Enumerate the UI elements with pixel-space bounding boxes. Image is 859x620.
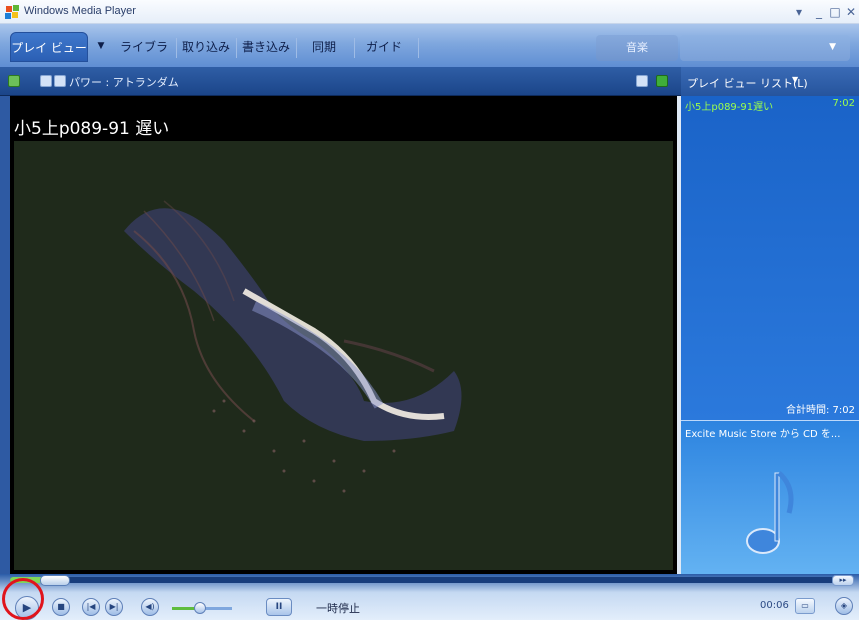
stop-button[interactable]: ■ bbox=[52, 598, 70, 616]
full-mode-button[interactable]: ◈ bbox=[835, 597, 853, 615]
playlist-options-icon[interactable] bbox=[8, 75, 20, 87]
enhancements-icon[interactable] bbox=[656, 75, 668, 87]
volume-thumb[interactable] bbox=[194, 602, 206, 614]
next-button[interactable]: ▶| bbox=[105, 598, 123, 616]
playlist-dropdown-icon[interactable]: ▼ bbox=[792, 75, 798, 84]
tab-separator bbox=[176, 38, 177, 58]
media-player-window: Windows Media Player ▾ _ □ ✕ プレイ ビュー ▼ ラ… bbox=[0, 0, 859, 620]
tab-separator bbox=[236, 38, 237, 58]
tab-separator bbox=[296, 38, 297, 58]
tab-separator bbox=[418, 38, 419, 58]
visualization-canvas bbox=[14, 141, 673, 570]
tab-guide[interactable]: ガイド bbox=[362, 32, 406, 62]
playback-status: 一時停止 bbox=[316, 602, 360, 615]
visualization-name: パワー : アトランダム bbox=[69, 76, 179, 89]
video-display[interactable]: 小5上p089-91 遅い bbox=[10, 96, 677, 574]
play-button[interactable]: ▶ bbox=[15, 596, 39, 620]
windows-media-player-logo-icon bbox=[5, 5, 19, 19]
previous-button[interactable]: |◀ bbox=[82, 598, 100, 616]
chevron-down-icon: ▼ bbox=[829, 42, 836, 52]
playlist-title: プレイ ビュー リスト(L) bbox=[687, 77, 808, 90]
pause-indicator-icon: II bbox=[266, 598, 292, 616]
window-title: Windows Media Player bbox=[24, 5, 136, 17]
tab-bar: プレイ ビュー ▼ ライブラリ 取り込み 書き込み 同期 ガイド 音楽 ▼ bbox=[0, 24, 859, 84]
music-note-icon bbox=[746, 471, 794, 554]
video-title-overlay: 小5上p089-91 遅い bbox=[14, 119, 170, 139]
switch-to-skin-mode-button[interactable]: ▭ bbox=[795, 598, 815, 614]
video-frame-border bbox=[0, 96, 10, 574]
seek-bar[interactable] bbox=[10, 577, 843, 583]
transport-bar bbox=[0, 574, 859, 620]
store-link[interactable]: Excite Music Store から CD を... bbox=[685, 425, 855, 440]
playlist-list: 小5上p089-91遅い 7:02 合計時間: 7:02 bbox=[681, 96, 859, 420]
menu-dropdown-icon[interactable]: ▾ bbox=[790, 3, 808, 21]
playlist-total-time: 合計時間: 7:02 bbox=[785, 405, 855, 416]
close-button[interactable]: ✕ bbox=[842, 3, 859, 21]
elapsed-time: 00:06 bbox=[760, 600, 789, 611]
playlist-item-duration: 7:02 bbox=[832, 98, 855, 109]
playlist-item-title: 小5上p089-91遅い bbox=[685, 102, 774, 113]
now-playing-dropdown-icon[interactable]: ▼ bbox=[95, 41, 107, 53]
seek-thumb[interactable] bbox=[40, 575, 70, 586]
tab-sync[interactable]: 同期 bbox=[302, 32, 346, 62]
title-bar[interactable]: Windows Media Player ▾ _ □ ✕ bbox=[0, 0, 859, 24]
music-store-panel[interactable]: Excite Music Store から CD を... bbox=[681, 420, 859, 574]
playlist-header[interactable]: プレイ ビュー リスト(L) ▼ bbox=[681, 67, 859, 96]
next-visualization-icon[interactable] bbox=[54, 75, 66, 87]
tab-burn[interactable]: 書き込み bbox=[240, 32, 292, 62]
music-tab[interactable]: 音楽 bbox=[596, 35, 678, 61]
tab-separator bbox=[354, 38, 355, 58]
tab-now-playing[interactable]: プレイ ビュー bbox=[10, 32, 88, 62]
mute-button[interactable]: ◀) bbox=[141, 598, 159, 616]
compact-mode-button[interactable]: ▸▸ bbox=[832, 575, 854, 586]
fullscreen-icon[interactable] bbox=[636, 75, 648, 87]
previous-visualization-icon[interactable] bbox=[40, 75, 52, 87]
online-store-dropdown[interactable]: ▼ bbox=[680, 35, 850, 61]
now-playing-header: パワー : アトランダム bbox=[0, 67, 681, 96]
tab-rip[interactable]: 取り込み bbox=[180, 32, 232, 62]
tab-library[interactable]: ライブラリ bbox=[116, 32, 172, 84]
